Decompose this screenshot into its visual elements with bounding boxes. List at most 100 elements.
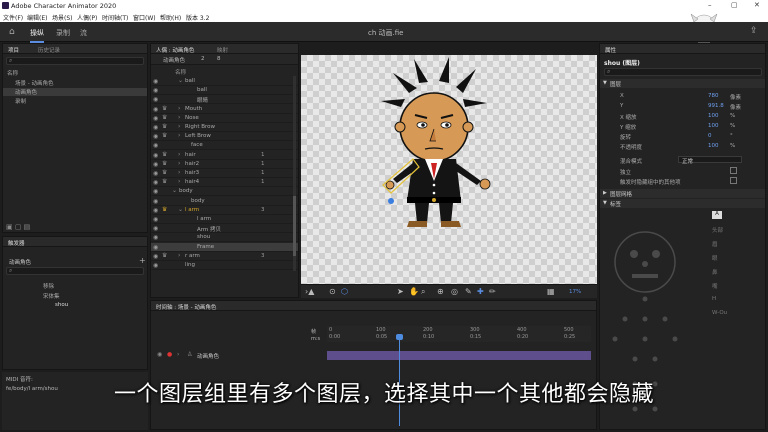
stage-tools-icon[interactable]: ›▲ [305, 287, 314, 296]
layer-row[interactable]: ◉ 眼睛 [151, 95, 298, 105]
eye-icon[interactable]: ◉ [153, 152, 158, 159]
maximize-button[interactable]: ▢ [731, 1, 738, 9]
menu-window[interactable]: 窗口(W) [133, 13, 156, 22]
tab-project[interactable]: 项目 [8, 46, 19, 54]
handle-icon[interactable]: ⬡ [341, 287, 348, 296]
layer-row[interactable]: ◉ ♛ › hair2 1 [151, 160, 298, 169]
chevron-right-icon[interactable]: › [178, 132, 180, 139]
scroll-thumb[interactable] [293, 196, 296, 256]
trigger-search[interactable]: ⌕ [6, 267, 144, 275]
layer-row[interactable]: ◉ ♛ › Right Brow [151, 123, 298, 132]
layer-row[interactable]: ◉ ♛ › r arm 3 [151, 252, 298, 261]
layer-row[interactable]: ◉ ♛ › Nose [151, 114, 298, 123]
tag-label[interactable]: H [712, 296, 716, 302]
eye-icon[interactable]: ◉ [153, 253, 158, 260]
layer-row[interactable]: ◉ ball [151, 86, 298, 96]
eye-icon[interactable]: ◉ [153, 133, 158, 140]
chevron-down-icon[interactable]: ⌄ [178, 77, 183, 84]
tag-label[interactable]: 眼 [712, 254, 718, 262]
layer-row[interactable]: ◉ l arm [151, 215, 298, 224]
crown-icon[interactable]: ♛ [162, 151, 167, 158]
layer-row[interactable]: ◉ ♛ › Left Brow [151, 132, 298, 142]
crown-icon[interactable]: ♛ [162, 206, 167, 213]
layer-row[interactable]: ◉ ♛ › hair3 1 [151, 169, 298, 178]
hide-others-checkbox[interactable] [730, 177, 737, 184]
dragger-tool-icon[interactable]: ◎ [451, 287, 458, 296]
chevron-right-icon[interactable]: › [178, 178, 180, 185]
eye-icon[interactable]: ◉ [153, 244, 158, 251]
layer-row[interactable]: ◉ face [151, 141, 298, 151]
menu-file[interactable]: 文件(F) [3, 13, 23, 22]
minimize-button[interactable]: – [708, 1, 712, 9]
layer-row[interactable]: ◉ Arm 拷贝 [151, 224, 298, 234]
section-tags[interactable]: ▼ 标签 [600, 199, 765, 208]
chevron-right-icon[interactable]: › [178, 123, 180, 130]
chevron-right-icon[interactable]: › [178, 169, 180, 176]
layer-row[interactable]: ◉ body [151, 197, 298, 206]
eye-icon[interactable]: ◉ [153, 179, 158, 186]
grid-icon[interactable]: ▦ [547, 287, 555, 296]
tag-label[interactable]: W-Ou [712, 310, 727, 316]
chevron-right-icon[interactable]: › [178, 105, 180, 112]
tag-label[interactable]: 眉 [712, 240, 718, 248]
puppet-track-bar[interactable] [327, 351, 591, 360]
isolate-checkbox[interactable] [730, 167, 737, 174]
properties-search[interactable]: ⌕ [604, 68, 762, 76]
crown-icon[interactable]: ♛ [162, 160, 167, 167]
zoom-tool-icon[interactable]: ⌕ [421, 287, 425, 297]
trigger-item[interactable]: shou [55, 302, 68, 308]
crown-icon[interactable]: ♛ [162, 114, 167, 121]
arm-icon[interactable]: › [177, 351, 179, 358]
chevron-right-icon[interactable]: › [178, 252, 180, 259]
onion-icon[interactable]: ⊙ [329, 287, 336, 296]
menu-scene[interactable]: 场景(S) [52, 13, 73, 22]
menu-puppet[interactable]: 人偶(P) [77, 13, 97, 22]
tab-history[interactable]: 历史记录 [38, 46, 60, 54]
chevron-down-icon[interactable]: ⌄ [178, 206, 183, 213]
menu-version[interactable]: 版本 3.2 [186, 13, 209, 22]
trigger-item[interactable]: 移除 [43, 282, 54, 290]
tab-mapping[interactable]: 映射 [217, 46, 228, 54]
eye-icon[interactable]: ◉ [153, 170, 158, 177]
project-item-scene[interactable]: 场景 - 动画角色 [15, 79, 53, 87]
tab-record[interactable]: 录制 [56, 28, 70, 38]
tab-properties[interactable]: 属性 [605, 46, 616, 54]
eye-icon[interactable]: ◉ [157, 351, 162, 358]
eye-icon[interactable]: ◉ [153, 262, 158, 269]
menu-help[interactable]: 帮助(H) [160, 13, 181, 22]
layer-row[interactable]: ◉ ⌄ ball [151, 77, 298, 86]
property-value[interactable]: 0 [708, 133, 712, 139]
tab-puppet[interactable]: 人偶 : 动画角色 [156, 46, 194, 54]
tag-label[interactable]: 头部 [712, 226, 723, 234]
menu-edit[interactable]: 编辑(E) [27, 13, 47, 22]
tab-stream[interactable]: 流 [80, 28, 87, 38]
section-mesh[interactable]: ▶ 图层网格 [600, 189, 765, 198]
property-value[interactable]: 991.8 [708, 103, 724, 109]
new-folder-icon[interactable]: ▣ ▢ ▤ [6, 223, 30, 231]
eye-icon[interactable]: ◉ [153, 225, 158, 232]
project-item-puppet[interactable]: 动画角色 [3, 88, 147, 96]
blend-select[interactable]: 正常 [678, 156, 742, 165]
record-icon[interactable]: ● [167, 351, 172, 358]
crown-icon[interactable]: ♛ [162, 252, 167, 259]
section-layer[interactable]: ▼ 图层 [600, 79, 765, 88]
eye-icon[interactable]: ◉ [153, 188, 158, 195]
hand-tool-icon[interactable]: ✋ [409, 287, 419, 296]
eye-icon[interactable]: ◉ [153, 106, 158, 113]
property-value[interactable]: 100 [708, 113, 719, 119]
crown-icon[interactable]: ♛ [162, 123, 167, 130]
chevron-right-icon[interactable]: › [178, 151, 180, 158]
eye-icon[interactable]: ◉ [153, 161, 158, 168]
layer-row[interactable]: ◉ ♛ › hair 1 [151, 151, 298, 160]
chevron-right-icon[interactable]: › [178, 160, 180, 167]
tab-triggers[interactable]: 触发器 [8, 239, 25, 247]
crown-icon[interactable]: ♛ [162, 169, 167, 176]
property-value[interactable]: 780 [708, 93, 719, 99]
eye-icon[interactable]: ◉ [153, 96, 158, 103]
tag-label[interactable]: 嘴 [712, 282, 718, 290]
trigger-item[interactable]: 宋体集 [43, 292, 60, 300]
playhead-handle[interactable] [396, 334, 403, 340]
close-button[interactable]: ✕ [754, 1, 760, 9]
layer-row[interactable]: ◉ ♛ ⌄ l arm 3 [151, 206, 298, 215]
pin-tool-icon[interactable]: ✎ [465, 287, 472, 296]
